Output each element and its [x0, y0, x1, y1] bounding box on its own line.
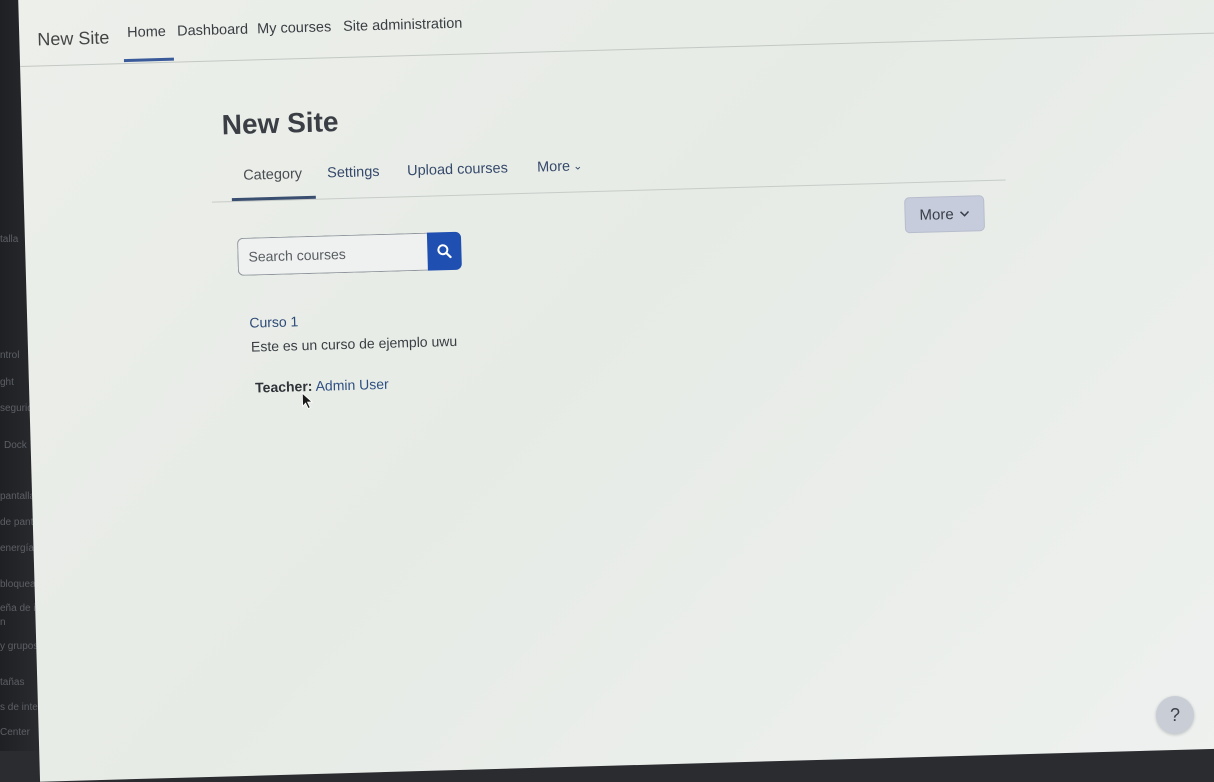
backdrop-label: energía — [0, 543, 34, 554]
tab-upload-courses[interactable]: Upload courses — [407, 160, 508, 179]
backdrop-label: Center — [0, 727, 31, 738]
backdrop-label: ntrol — [0, 350, 20, 361]
course-name-link[interactable]: Curso 1 — [249, 313, 298, 330]
search-icon — [437, 244, 452, 259]
site-brand[interactable]: New Site — [37, 27, 110, 50]
tab-active-indicator — [231, 195, 316, 202]
tab-more[interactable]: More ⌄ — [536, 158, 583, 176]
backdrop-label: pantalla — [0, 491, 36, 502]
course-summary: Este es un curso de ejemplo uwu — [250, 332, 458, 355]
nav-my-courses[interactable]: My courses — [257, 19, 332, 37]
search-input[interactable] — [236, 232, 428, 276]
tab-category[interactable]: Category — [243, 166, 302, 184]
backdrop-label: talla — [0, 234, 19, 245]
teacher-link[interactable]: Admin User — [315, 376, 389, 394]
help-button[interactable]: ? — [1156, 696, 1194, 734]
more-button-label: More — [919, 205, 954, 224]
chevron-down-icon: ⌄ — [572, 160, 583, 173]
chevron-down-icon — [960, 210, 970, 217]
backdrop-label: y grupos — [0, 641, 39, 652]
page-title: New Site — [221, 106, 339, 141]
nav-active-indicator — [123, 57, 174, 63]
mouse-cursor-icon — [301, 392, 314, 410]
course-teacher: Teacher: Admin User — [255, 376, 389, 396]
backdrop-label: n — [0, 617, 6, 628]
secondary-navigation: Category Settings Upload courses More ⌄ — [210, 130, 1006, 203]
browser-screen: New Site Home Dashboard My courses Site … — [18, 0, 1214, 782]
backdrop-label: ght — [0, 377, 14, 388]
nav-home[interactable]: Home — [127, 24, 166, 41]
tab-settings[interactable]: Settings — [327, 164, 380, 181]
primary-navbar: New Site Home Dashboard My courses Site … — [18, 0, 1214, 67]
nav-site-administration[interactable]: Site administration — [343, 16, 463, 35]
backdrop-label: Dock — [4, 440, 27, 451]
backdrop-label: segurid — [0, 403, 33, 414]
backdrop-label: tañas — [0, 677, 25, 688]
nav-dashboard[interactable]: Dashboard — [177, 22, 248, 40]
more-actions-button[interactable]: More — [904, 195, 986, 234]
search-button[interactable] — [426, 231, 462, 271]
tab-more-label: More — [536, 158, 571, 176]
course-search — [236, 231, 462, 276]
